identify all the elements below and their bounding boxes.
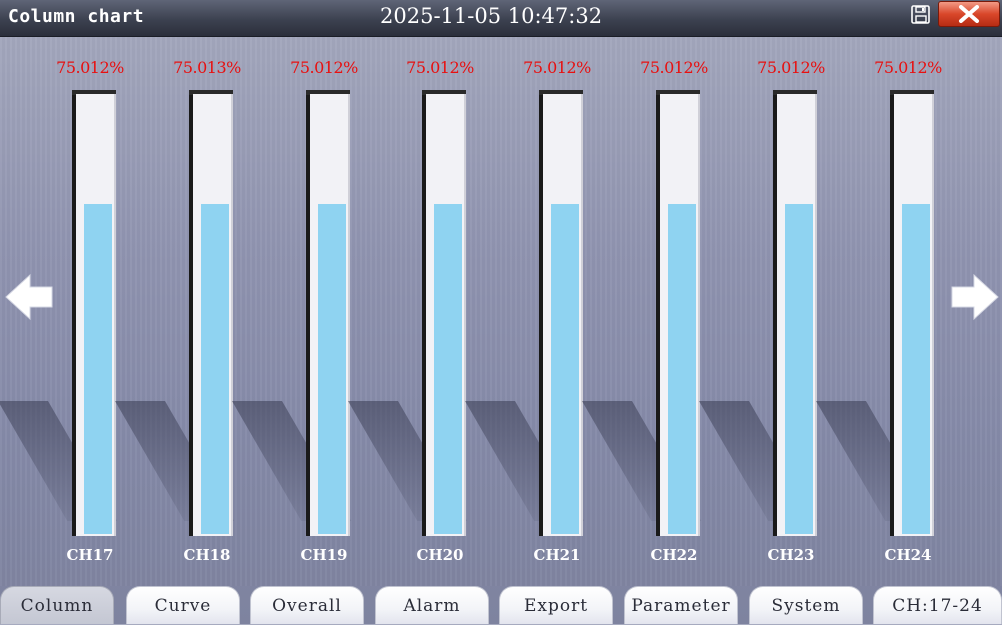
- tube-face: [543, 94, 583, 536]
- value-label: 75.012%: [640, 58, 708, 77]
- next-page-button[interactable]: [950, 273, 1000, 325]
- channel-column: 75.012% CH17: [0, 58, 124, 568]
- value-label: 75.013%: [173, 58, 241, 77]
- channel-column: 75.012% CH19: [232, 58, 358, 568]
- tab-alarm[interactable]: Alarm: [375, 586, 489, 624]
- tab-column[interactable]: Column: [0, 586, 114, 624]
- channel-column: 75.012% CH22: [582, 58, 708, 568]
- column-tube: [306, 90, 350, 536]
- tube-face: [894, 94, 934, 536]
- prev-page-button[interactable]: [4, 273, 54, 325]
- tab-export[interactable]: Export: [499, 586, 613, 624]
- tube-face: [76, 94, 116, 536]
- column-tube: [72, 90, 116, 536]
- column-tube: [189, 90, 233, 536]
- close-button[interactable]: [938, 1, 1000, 27]
- column-tube: [656, 90, 700, 536]
- category-label: CH19: [300, 546, 348, 564]
- category-label: CH18: [183, 546, 231, 564]
- arrow-right-icon: [951, 273, 999, 321]
- tab-ch-17-24[interactable]: CH:17-24: [873, 586, 1002, 624]
- channel-column: 75.012% CH23: [699, 58, 825, 568]
- bar: [551, 204, 579, 534]
- category-label: CH17: [66, 546, 114, 564]
- close-x-icon: [959, 5, 979, 23]
- category-label: CH20: [416, 546, 464, 564]
- channel-column: 75.012% CH21: [465, 58, 591, 568]
- floppy-disk-icon: [911, 5, 930, 24]
- tab-system[interactable]: System: [749, 586, 863, 624]
- value-label: 75.012%: [757, 58, 825, 77]
- bar: [902, 204, 930, 534]
- bar: [84, 204, 112, 534]
- title-bar: Column chart 2025-11-05 10:47:32: [0, 0, 1002, 37]
- channel-column: 75.012% CH24: [816, 58, 942, 568]
- tube-face: [426, 94, 466, 536]
- save-button[interactable]: [910, 4, 932, 26]
- value-label: 75.012%: [874, 58, 942, 77]
- bar: [785, 204, 813, 534]
- category-label: CH24: [884, 546, 932, 564]
- bar: [434, 204, 462, 534]
- channel-column: 75.013% CH18: [115, 58, 241, 568]
- column-tube: [422, 90, 466, 536]
- datetime-display: 2025-11-05 10:47:32: [380, 4, 603, 28]
- bar: [668, 204, 696, 534]
- bar: [201, 204, 229, 534]
- category-label: CH22: [650, 546, 698, 564]
- column-tube: [890, 90, 934, 536]
- value-label: 75.012%: [56, 58, 124, 77]
- arrow-left-icon: [5, 273, 53, 321]
- tab-parameter[interactable]: Parameter: [624, 586, 738, 624]
- tab-curve[interactable]: Curve: [126, 586, 240, 624]
- column-tube: [773, 90, 817, 536]
- value-label: 75.012%: [406, 58, 474, 77]
- tube-face: [777, 94, 817, 536]
- tab-overall[interactable]: Overall: [250, 586, 364, 624]
- tube-face: [310, 94, 350, 536]
- column-tube: [539, 90, 583, 536]
- tube-face: [660, 94, 700, 536]
- tube-face: [193, 94, 233, 536]
- background-texture: [0, 36, 1002, 586]
- value-label: 75.012%: [523, 58, 591, 77]
- category-label: CH23: [767, 546, 815, 564]
- category-label: CH21: [533, 546, 581, 564]
- value-label: 75.012%: [290, 58, 358, 77]
- bar: [318, 204, 346, 534]
- page-title: Column chart: [8, 6, 145, 27]
- channel-column: 75.012% CH20: [348, 58, 474, 568]
